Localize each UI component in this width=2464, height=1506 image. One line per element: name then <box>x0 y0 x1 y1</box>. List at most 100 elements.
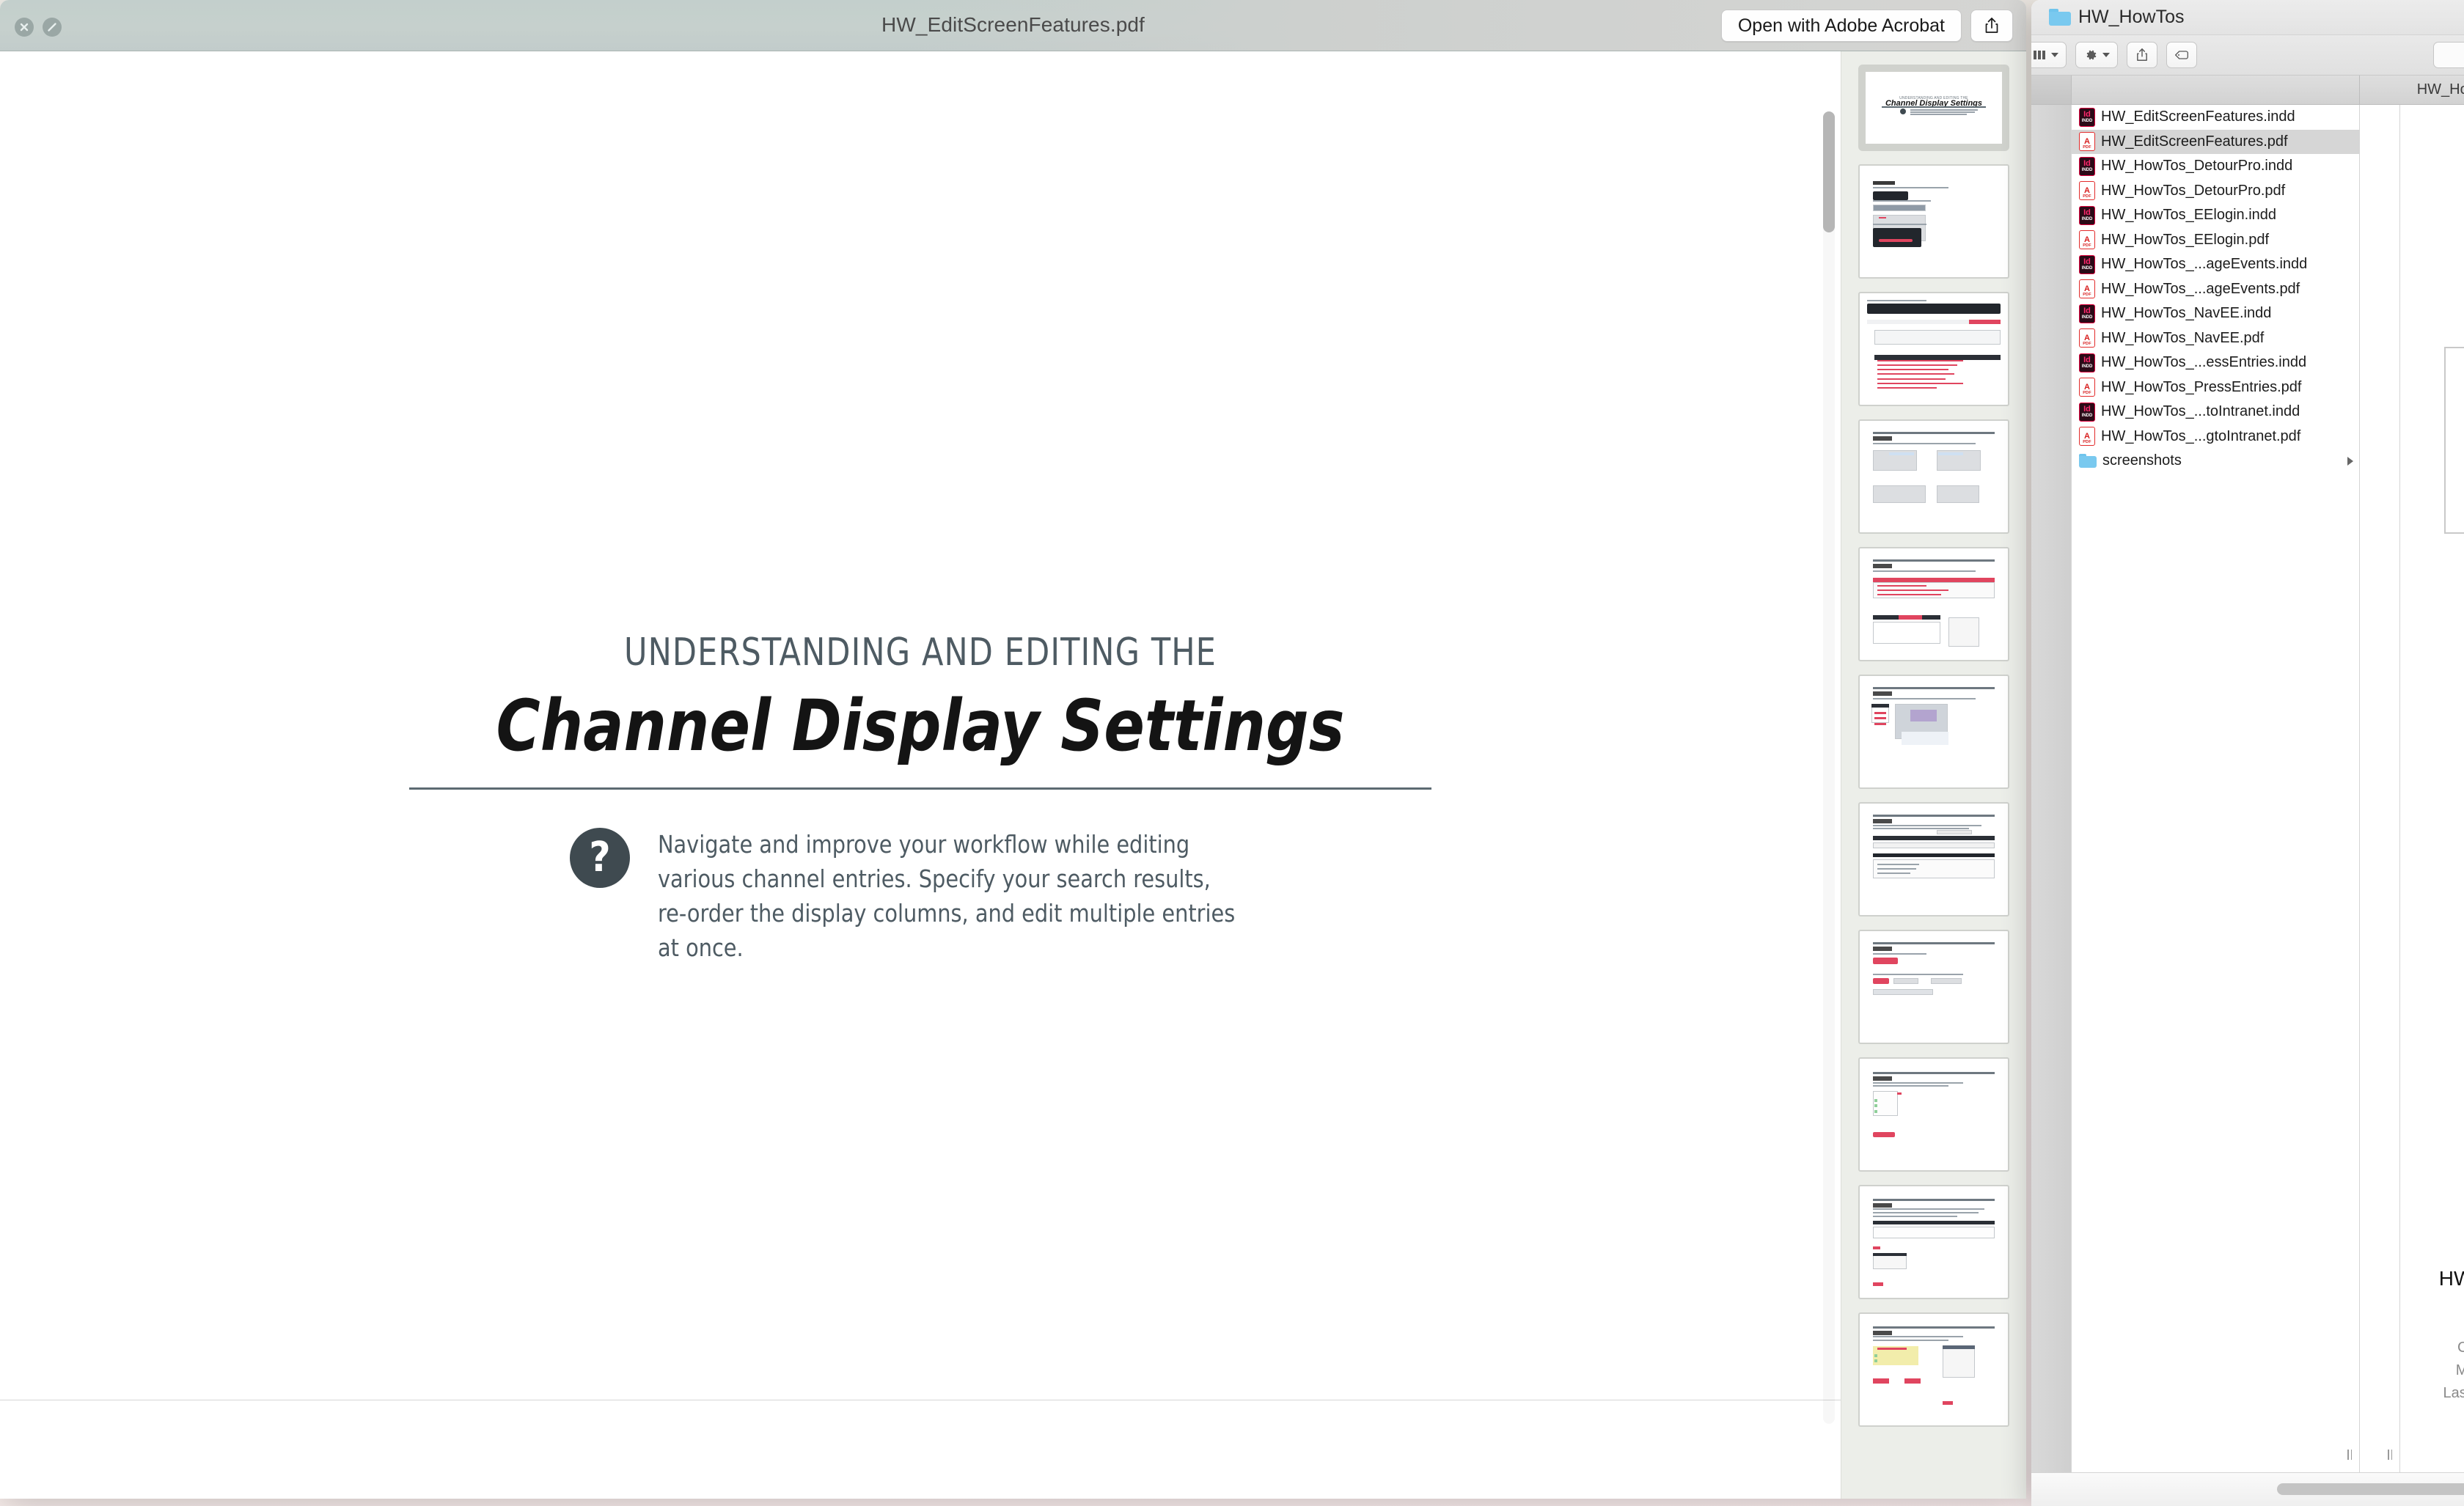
pdf-thumbnail-page-4[interactable] <box>1858 419 2009 534</box>
pdf-thumbnail-page-2[interactable] <box>1858 164 2009 279</box>
pdf-thumbnail-page-11[interactable] <box>1858 1312 2009 1427</box>
pdf-thumbnail-page-9[interactable] <box>1858 1057 2009 1172</box>
folder-icon <box>2049 9 2071 26</box>
pdf-thumbnail-item[interactable]: UNDERSTANDING AND EDITING THE Channel Di… <box>1841 58 2026 158</box>
file-name-label: HW_HowTos_EElogin.pdf <box>2101 231 2269 248</box>
column-header-left <box>2031 76 2072 104</box>
pdf-thumbnail-preview <box>1860 293 2008 405</box>
indesign-file-icon: Id INDD <box>2079 402 2095 422</box>
preview-thumbnail: UNDER Chann ? <box>2444 347 2464 534</box>
finder-horizontal-scrollbar[interactable] <box>2277 1483 2464 1495</box>
file-row[interactable]: screenshots <box>2072 449 2359 474</box>
finder-title: HW_HowTos <box>2078 7 2185 27</box>
file-row[interactable]: A PDF HW_EditScreenFeatures.pdf <box>2072 129 2359 154</box>
column-header-right: HW_HowTos <box>2360 76 2464 104</box>
pdf-thumbnail-preview <box>1860 1186 2008 1298</box>
file-row[interactable]: Id INDD HW_HowTos_...toIntranet.indd <box>2072 400 2359 425</box>
pdf-file-icon: A PDF <box>2079 427 2095 447</box>
finder-column-spacer[interactable] <box>2360 105 2400 1472</box>
pdf-thumbnail-item[interactable] <box>1841 1178 2026 1306</box>
pdf-file-icon: A PDF <box>2079 328 2095 348</box>
disabled-icon <box>48 23 56 32</box>
pdf-thumbnail-page-8[interactable] <box>1858 930 2009 1044</box>
pdf-thumbnail-item[interactable] <box>1841 1306 2026 1433</box>
column-header-middle <box>2072 76 2360 104</box>
pdf-thumbnail-page-3[interactable] <box>1858 292 2009 406</box>
document-title: Channel Display Settings <box>496 685 1345 767</box>
preview-file-meta: Create Modifie Last opene <box>2400 1337 2464 1405</box>
file-list: Id INDD HW_EditScreenFeatures.indd A PDF HW_E… <box>2072 105 2359 474</box>
pdf-thumbnail-page-5[interactable] <box>1858 547 2009 661</box>
close-button[interactable] <box>15 18 34 37</box>
pdf-thumbnail-preview <box>1860 421 2008 532</box>
pdf-thumbnail-item[interactable] <box>1841 158 2026 285</box>
document-rule <box>409 787 1431 790</box>
file-row[interactable]: Id INDD HW_HowTos_...ageEvents.indd <box>2072 252 2359 277</box>
file-name-label: HW_HowTos_...essEntries.indd <box>2101 354 2307 371</box>
pdf-thumbnail-item[interactable] <box>1841 668 2026 796</box>
pdf-page-1: UNDERSTANDING AND EDITING THE Channel Di… <box>0 51 1841 1400</box>
pdf-thumbnail-page-10[interactable] <box>1858 1185 2009 1299</box>
share-icon <box>1985 18 1998 33</box>
pdf-thumbnail-item[interactable] <box>1841 413 2026 540</box>
indesign-file-icon: Id INDD <box>2079 254 2095 274</box>
file-name-label: HW_HowTos_DetourPro.pdf <box>2101 182 2286 199</box>
finder-column-files[interactable]: Id INDD HW_EditScreenFeatures.indd A PDF HW_E… <box>2072 105 2360 1472</box>
pdf-file-icon: A PDF <box>2079 181 2095 201</box>
file-name-label: HW_HowTos_...toIntranet.indd <box>2101 403 2300 420</box>
pdf-thumbnail-item[interactable] <box>1841 540 2026 668</box>
pdf-thumbnail-preview <box>1860 1059 2008 1170</box>
pdf-thumbnail-item[interactable] <box>1841 923 2026 1051</box>
pdf-thumbnail-page-7[interactable] <box>1858 802 2009 917</box>
file-row[interactable]: A PDF HW_HowTos_NavEE.pdf <box>2072 326 2359 351</box>
open-with-adobe-acrobat-button[interactable]: Open with Adobe Acrobat <box>1720 10 1962 42</box>
action-gear-button[interactable] <box>2075 42 2118 68</box>
file-row[interactable]: Id INDD HW_HowTos_DetourPro.indd <box>2072 154 2359 179</box>
search-input[interactable] <box>2433 42 2464 68</box>
file-name-label: HW_HowTos_...ageEvents.pdf <box>2101 280 2300 297</box>
file-row[interactable]: A PDF HW_HowTos_...gtoIntranet.pdf <box>2072 425 2359 449</box>
file-name-label: HW_HowTos_NavEE.pdf <box>2101 329 2265 346</box>
finder-column-header: HW_HowTos <box>2031 76 2464 105</box>
pdf-file-icon: A PDF <box>2079 378 2095 397</box>
file-name-label: HW_HowTos_PressEntries.pdf <box>2101 378 2302 395</box>
pdf-thumbnail-preview <box>1860 548 2008 660</box>
file-row[interactable]: Id INDD HW_HowTos_EElogin.indd <box>2072 203 2359 228</box>
pdf-vertical-scrollbar[interactable] <box>1823 111 1835 1424</box>
pdf-thumbnail-preview <box>1860 804 2008 915</box>
finder-column-parent[interactable] <box>2031 105 2072 1472</box>
finder-titlebar[interactable]: HW_HowTos <box>2031 0 2464 35</box>
preview-window: HW_EditScreenFeatures.pdf Open with Adob… <box>0 0 2026 1499</box>
file-row[interactable]: A PDF HW_HowTos_PressEntries.pdf <box>2072 375 2359 400</box>
pdf-thumbnail-item[interactable] <box>1841 796 2026 923</box>
question-mark-icon: ? <box>570 828 630 888</box>
file-row[interactable]: A PDF HW_HowTos_...ageEvents.pdf <box>2072 277 2359 302</box>
column-resize-handle[interactable] <box>2385 1447 2395 1462</box>
column-resize-handle[interactable] <box>2344 1447 2355 1462</box>
pdf-thumbnail-item[interactable] <box>1841 285 2026 413</box>
pdf-thumbnail-sidebar[interactable]: UNDERSTANDING AND EDITING THE Channel Di… <box>1841 51 2026 1499</box>
share-button[interactable] <box>1970 10 2013 42</box>
file-row[interactable]: A PDF HW_HowTos_DetourPro.pdf <box>2072 179 2359 204</box>
finder-bottom-bar <box>2031 1472 2464 1506</box>
gear-icon <box>2086 50 2097 60</box>
share-button[interactable] <box>2127 42 2157 68</box>
view-mode-button[interactable] <box>2031 42 2067 68</box>
file-row[interactable]: Id INDD HW_HowTos_NavEE.indd <box>2072 301 2359 326</box>
desktop-background: HW_EditScreenFeatures.pdf Open with Adob… <box>0 0 2464 1506</box>
file-name-label: HW_HowTos_...gtoIntranet.pdf <box>2101 427 2301 444</box>
pdf-thumbnail-page-1[interactable]: UNDERSTANDING AND EDITING THE Channel Di… <box>1858 65 2009 151</box>
tag-icon <box>2175 51 2188 59</box>
pdf-scrollbar-thumb[interactable] <box>1823 111 1835 232</box>
pdf-thumbnail-item[interactable] <box>1841 1051 2026 1178</box>
indesign-file-icon: Id INDD <box>2079 205 2095 225</box>
file-row[interactable]: Id INDD HW_EditScreenFeatures.indd <box>2072 105 2359 130</box>
minimize-button[interactable] <box>43 18 62 37</box>
preview-titlebar[interactable]: HW_EditScreenFeatures.pdf Open with Adob… <box>0 0 2026 51</box>
file-row[interactable]: Id INDD HW_HowTos_...essEntries.indd <box>2072 350 2359 375</box>
pdf-thumbnail-page-6[interactable] <box>1858 675 2009 789</box>
pdf-file-icon: A PDF <box>2079 279 2095 299</box>
tag-button[interactable] <box>2166 42 2197 68</box>
pdf-page-canvas[interactable]: UNDERSTANDING AND EDITING THE Channel Di… <box>0 51 1841 1499</box>
file-row[interactable]: A PDF HW_HowTos_EElogin.pdf <box>2072 228 2359 253</box>
